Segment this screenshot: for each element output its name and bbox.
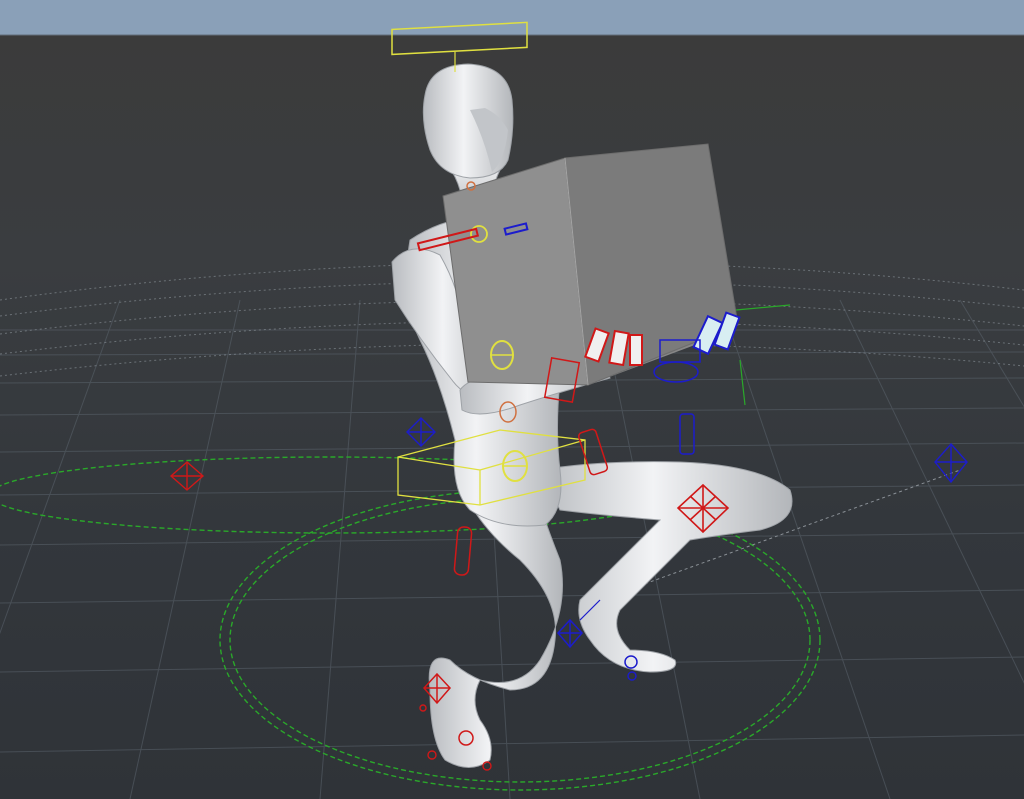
octahedron-control-icon[interactable] bbox=[169, 461, 205, 491]
circle-control-icon[interactable] bbox=[427, 750, 437, 760]
octahedron-control-icon[interactable] bbox=[406, 417, 436, 447]
scene-canvas[interactable] bbox=[0, 0, 1024, 799]
circle-control-icon[interactable] bbox=[419, 704, 427, 712]
thigh-control[interactable] bbox=[453, 526, 473, 576]
circle-control-icon[interactable] bbox=[627, 671, 637, 681]
circle-control-icon[interactable] bbox=[482, 761, 492, 771]
octahedron-control-icon[interactable] bbox=[934, 442, 968, 484]
3d-viewport[interactable] bbox=[0, 0, 1024, 799]
head-control[interactable] bbox=[391, 21, 528, 56]
shin-control[interactable] bbox=[679, 413, 695, 455]
octahedron-control-icon[interactable] bbox=[556, 618, 584, 649]
